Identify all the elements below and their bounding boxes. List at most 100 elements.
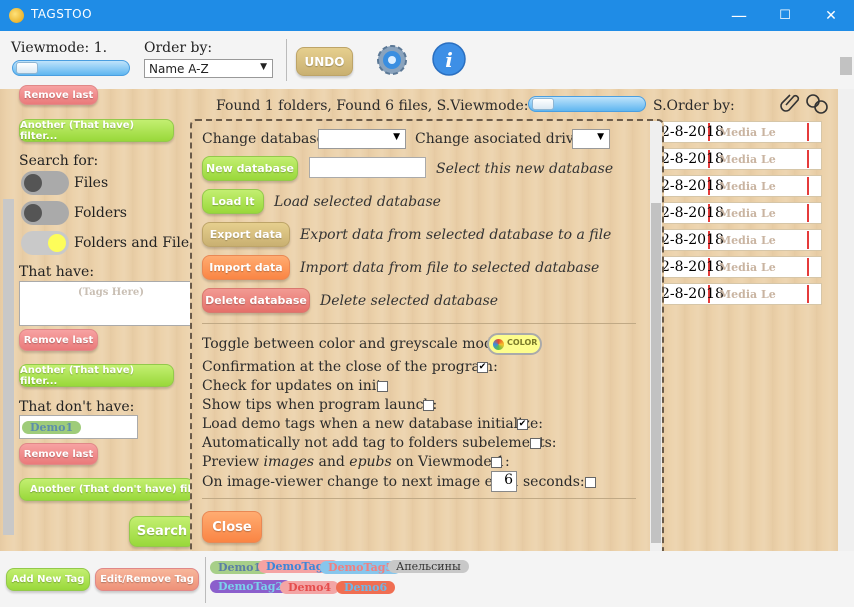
minimize-button[interactable]: — — [716, 0, 762, 31]
dialog-divider-bottom — [202, 498, 636, 499]
file-row[interactable]: 2-8-2018 Media Le — [656, 202, 822, 224]
that-dont-have-label: That don't have: — [19, 399, 135, 415]
confirm-close-checkbox[interactable]: ✔ — [477, 362, 488, 373]
seconds-label: seconds: — [523, 474, 585, 490]
that-have-tag-box[interactable]: (Tags Here) — [19, 281, 195, 326]
demo1-tag[interactable]: Demo1 — [22, 421, 82, 434]
info-icon[interactable]: i — [431, 41, 467, 77]
title-bar: TAGSTOO — ☐ ✕ — [0, 0, 854, 31]
dialog-scrollbar[interactable] — [650, 121, 662, 554]
link-icon[interactable] — [804, 91, 830, 117]
drive-select[interactable]: ▼ — [572, 129, 610, 149]
remove-last-dont-button[interactable]: Remove last — [19, 443, 98, 465]
orderby-select[interactable]: Name A-Z ▼ — [144, 59, 273, 78]
status-text: Found 1 folders, Found 6 files, S.Viewmo… — [216, 98, 547, 114]
edit-remove-tag-button[interactable]: Edit/Remove Tag — [95, 568, 199, 591]
folders-and-files-toggle[interactable] — [21, 231, 69, 255]
settings-dialog: Change database: ▼ Change asociated driv… — [190, 119, 664, 556]
import-data-button[interactable]: Import data — [202, 255, 290, 280]
bottom-tag-bar: Add New Tag Edit/Remove Tag Demo1 DemoTa… — [0, 551, 854, 607]
window-title: TAGSTOO — [31, 7, 93, 21]
settings-gear-icon[interactable] — [373, 41, 411, 79]
new-database-input[interactable] — [309, 157, 426, 178]
chevron-down-icon: ▼ — [260, 62, 267, 72]
image-viewer-label: On image-viewer change to next image eac… — [202, 474, 519, 490]
toolbar: Viewmode: 1. Order by: Name A-Z ▼ UNDO i — [0, 31, 854, 89]
main-scrollbar-thumb[interactable] — [840, 57, 852, 75]
toggle-color-label: Toggle between color and greyscale modes… — [202, 336, 514, 352]
toolbar-divider — [286, 39, 287, 81]
viewmode-slider-thumb[interactable] — [16, 62, 38, 74]
auto-not-add-checkbox[interactable] — [530, 438, 541, 449]
svg-text:i: i — [445, 48, 453, 72]
change-drive-label: Change asociated drive: — [415, 131, 587, 147]
results-viewmode-thumb[interactable] — [532, 98, 554, 110]
tag-demotag2[interactable]: DemoTag2 — [210, 580, 292, 593]
remove-last-top-button[interactable]: Remove last — [19, 85, 98, 105]
tag-demo6[interactable]: Demo6 — [336, 581, 396, 594]
dialog-divider — [202, 323, 636, 324]
file-row[interactable]: 2-8-2018 Media Le — [656, 229, 822, 251]
tag-oranges[interactable]: Апельсины — [388, 560, 469, 573]
sidebar: Remove last Another (That have) filter..… — [0, 85, 200, 551]
preview-checkbox[interactable] — [491, 457, 502, 468]
results-viewmode-slider[interactable] — [528, 96, 646, 112]
close-window-button[interactable]: ✕ — [808, 0, 854, 31]
search-for-label: Search for: — [19, 153, 99, 169]
preview-label: Preview images and epubs on Viewmode 1: — [202, 454, 510, 470]
delete-database-button[interactable]: Delete database — [202, 288, 310, 313]
export-data-desc: Export data from selected database to a … — [300, 227, 612, 243]
image-viewer-checkbox[interactable] — [585, 477, 596, 488]
sidebar-scrollbar[interactable] — [3, 199, 14, 535]
load-demo-checkbox[interactable]: ✔ — [517, 419, 528, 430]
app-logo-icon — [9, 8, 24, 23]
paperclip-icon[interactable] — [780, 91, 802, 115]
color-wheel-icon — [493, 339, 504, 350]
load-it-button[interactable]: Load It — [202, 189, 264, 214]
show-tips-label: Show tips when program launch: — [202, 397, 438, 413]
bottom-divider — [205, 557, 206, 603]
change-database-label: Change database: — [202, 131, 330, 147]
files-toggle[interactable] — [21, 171, 69, 195]
dialog-scrollbar-thumb[interactable] — [651, 203, 661, 543]
check-updates-checkbox[interactable] — [377, 381, 388, 392]
another-dont-have-filter-button[interactable]: Another (That don't have) filter... — [19, 478, 194, 501]
delete-database-desc: Delete selected database — [320, 293, 499, 309]
import-data-desc: Import data from file to selected databa… — [300, 260, 600, 276]
export-data-button[interactable]: Export data — [202, 222, 290, 247]
undo-button[interactable]: UNDO — [296, 47, 353, 76]
files-option-label: Files — [74, 175, 109, 191]
confirm-close-label: Confirmation at the close of the program… — [202, 359, 498, 375]
add-new-tag-button[interactable]: Add New Tag — [6, 568, 90, 591]
load-demo-label: Load demo tags when a new database initi… — [202, 416, 544, 432]
another-have-filter-top-button[interactable]: Another (That have) filter... — [19, 119, 174, 142]
file-row[interactable]: 2-8-2018 Media Le — [656, 283, 822, 305]
folders-toggle[interactable] — [21, 201, 69, 225]
that-dont-have-tag-box[interactable]: Demo1 — [19, 415, 138, 439]
viewmode-slider[interactable] — [12, 60, 130, 76]
search-button[interactable]: Search — [129, 516, 195, 547]
database-select[interactable]: ▼ — [318, 129, 406, 149]
new-database-desc: Select this new database — [436, 161, 614, 177]
maximize-button[interactable]: ☐ — [762, 0, 808, 31]
another-have-filter-button[interactable]: Another (That have) filter... — [19, 364, 174, 387]
tags-here-placeholder: (Tags Here) — [78, 287, 144, 298]
file-row[interactable]: 2-8-2018 Media Le — [656, 121, 822, 143]
file-row[interactable]: 2-8-2018 Media Le — [656, 175, 822, 197]
folders-option-label: Folders — [74, 205, 127, 221]
color-toggle[interactable]: COLOR — [487, 333, 542, 355]
auto-not-add-label: Automatically not add tag to folders sub… — [202, 435, 557, 451]
tag-demo4[interactable]: Demo4 — [280, 581, 340, 594]
remove-last-have-button[interactable]: Remove last — [19, 329, 98, 351]
chevron-down-icon: ▼ — [393, 132, 400, 142]
orderby-value: Name A-Z — [149, 62, 209, 76]
close-dialog-button[interactable]: Close — [202, 511, 262, 543]
file-row[interactable]: 2-8-2018 Media Le — [656, 256, 822, 278]
show-tips-checkbox[interactable] — [423, 400, 434, 411]
new-database-button[interactable]: New database — [202, 156, 298, 181]
check-updates-label: Check for updates on init: — [202, 378, 387, 394]
main-scrollbar[interactable] — [838, 57, 854, 551]
color-toggle-label: COLOR — [507, 338, 538, 347]
image-viewer-seconds-input[interactable]: 6 — [491, 471, 517, 492]
file-row[interactable]: 2-8-2018 Media Le — [656, 148, 822, 170]
